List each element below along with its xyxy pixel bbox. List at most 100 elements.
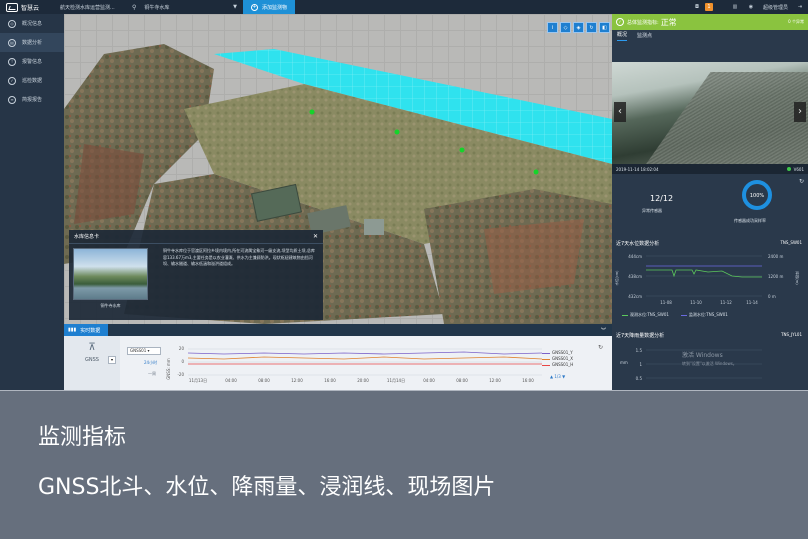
layers-icon[interactable]: ◈ [573,22,584,33]
caption-overlay: 监测指标 GNSS北斗、水位、降雨量、浸润线、现场图片 [0,390,808,539]
legend-item[interactable]: GNSS01_H [542,362,573,368]
location-selector[interactable]: ⚲ 铜牛寺水库 ▼ [128,4,243,11]
device-dropdown-toggle[interactable]: ▾ [108,356,116,364]
reservoir-info-card: 水库信息卡 ✕ 铜牛寺水库 铜牛寺水库位于官渡区阿拉乡境内境内,所在河流属宝象河… [69,230,323,320]
tab-realtime[interactable]: ▮▮▮ 实时数据 [64,324,109,336]
caption-subtitle: GNSS北斗、水位、降雨量、浸润线、现场图片 [38,475,496,500]
abnormal-count[interactable]: 0 个异常 [788,19,804,25]
gnss-station-value: GNSS01 [130,348,147,353]
prev-camera-button[interactable]: ‹ [614,102,626,122]
online-status-icon [786,167,791,171]
tab-realtime-label: 实时数据 [80,327,101,334]
right-panel: ✓ 总体监测指标: 正常 0 个异常 概况 监测点 ‹ › 2019-11-14… [612,14,808,390]
gnss-series-y [187,351,543,355]
water-y-label-right: 库容(m) [795,271,800,285]
gnss-x-tick: 16:00 [522,378,534,383]
plus-icon: + [251,3,258,11]
sidebar-item-overview[interactable]: ◎ 概况信息 [0,14,64,33]
gnss-x-tick: 11月13日 [189,378,207,383]
legend-swatch [542,364,550,366]
water-y-tick-right: 1200 m [768,274,783,279]
gnss-y-axis-label: GNSS: mm [166,358,171,380]
water-x-tick: 11-10 [690,300,702,305]
user-icon[interactable]: ◉ [743,4,759,10]
sidebar-item-report[interactable]: ≡ 简报报告 [0,90,64,109]
legend-item[interactable]: 监测水位:TNS_SW01 [680,312,728,318]
sidebar-item-label: 数据分析 [22,40,43,46]
gnss-y-tick: -20 [177,372,184,377]
range-24h[interactable]: 24小时 [144,360,157,366]
tab-monitor-points[interactable]: 监测点 [637,32,652,41]
sidebar-item-analysis[interactable]: ▤ 数据分析 [0,33,64,52]
book-icon[interactable]: ▥ [727,4,743,10]
water-x-tick: 11-12 [720,300,732,305]
overview-icon: ◎ [8,19,16,28]
right-panel-tabs: 概况 监测点 [612,30,808,41]
status-label: 总体监测指标: [627,19,659,26]
sampling-rate-value: 100% [750,193,765,199]
location-pin-icon: ⚲ [132,3,137,11]
cube-icon[interactable]: ◇ [560,22,571,33]
refresh-icon[interactable]: ↻ [799,178,804,185]
info-icon[interactable]: i [547,22,558,33]
notification-icon[interactable]: ◘ [689,4,705,10]
rain-station[interactable]: TNS_JYL01 [781,332,802,337]
gnss-x-tick: 04:00 [423,378,435,383]
legend-item[interactable]: 观测水位:TNS_SW01 [622,312,669,318]
sampling-rate-ring: 100% [742,180,772,210]
sensor-summary: ↻ 12/12 异常传感器 100% 传感器成功采样率 [612,176,808,246]
gnss-legend: GNSS01_Y GNSS01_X GNSS01_H [542,350,573,368]
logo[interactable]: 智慧云 [0,2,60,12]
refresh-icon[interactable]: ↻ [598,344,603,351]
gnss-x-tick: 20:00 [357,378,369,383]
sensor-count-label: 异常传感器 [642,208,662,213]
collapse-icon[interactable]: ︾ [601,327,606,334]
sidebar-item-alarm[interactable]: ! 报警信息 [0,52,64,71]
camera-footer: 2019-11-14 18:02:04 V601 [612,164,808,174]
caption-title: 监测指标 [38,425,127,450]
sidebar: ◎ 概况信息 ▤ 数据分析 ! 报警信息 ✓ 巡检数据 ≡ 简报报告 [0,14,64,390]
water-x-tick: 11-14 [746,300,758,305]
rain-y-tick: 1.5 [636,348,643,353]
legend-pager[interactable]: ▲ 1/3 ▼ [550,374,565,379]
water-y-tick: 432cm [628,294,642,299]
status-value: 正常 [660,17,677,27]
analysis-icon: ▤ [8,38,16,47]
dam-wall-image [633,72,808,164]
gnss-x-tick: 12:00 [291,378,303,383]
legend-swatch [542,352,550,354]
water-level-station[interactable]: TNS_SW01 [780,240,802,245]
chevron-down-icon: ▼ [233,4,237,10]
tab-overview[interactable]: 概况 [617,31,628,41]
sampling-rate-label: 传感器成功采样率 [734,218,766,223]
rain-y-tick: 1 [639,362,642,367]
water-level-chart: 水位(cm) 444cm 438cm 432cm 2400 m 1200 m 0… [614,254,800,305]
water-legend: 观测水位:TNS_SW01 监测水位:TNS_SW01 [622,312,728,318]
top-bar: 智慧云 航天检测水库运营监测... ⚲ 铜牛寺水库 ▼ + 添加监测物 ◘ 1 … [0,0,808,14]
legend-label: GNSS01_Y [552,350,573,355]
add-monitor-button[interactable]: + 添加监测物 [243,0,296,14]
close-icon[interactable]: ✕ [313,230,318,244]
user-name[interactable]: 超级管理员 [763,4,788,11]
app-root: { "topbar": { "logo_text": "智慧云", "org_n… [0,0,808,539]
gnss-y-tick: 20 [179,346,185,351]
legend-swatch [542,358,550,360]
legend-label: 观测水位:TNS_SW01 [630,312,669,317]
range-week[interactable]: 一周 [148,371,156,377]
overall-status-bar: ✓ 总体监测指标: 正常 0 个异常 [612,14,808,30]
camera-icon[interactable]: ◧ [599,22,610,33]
info-card-header: 水库信息卡 ✕ [69,230,323,244]
gnss-x-tick: 12:00 [489,378,501,383]
alert-count-badge[interactable]: 1 [704,3,713,11]
gnss-station-select[interactable]: GNSS01 ▾ [127,347,161,355]
alarm-icon: ! [8,57,16,66]
sidebar-item-inspection[interactable]: ✓ 巡检数据 [0,71,64,90]
rotate-icon[interactable]: ↻ [586,22,597,33]
gnss-x-ticks: 11月13日 04:00 08:00 12:00 16:00 20:00 11月… [189,378,534,383]
add-monitor-label: 添加监测物 [262,4,288,11]
windows-activation-watermark: 激活 Windows 转到"设置"以激活 Windows。 [682,352,737,368]
next-camera-button[interactable]: › [794,102,806,122]
top-right-tools: ◘ 1 ▥ ◉ 超级管理员 ⇥ [689,0,808,14]
legend-page-indicator: 1/3 [554,374,561,379]
logout-icon[interactable]: ⇥ [792,4,808,10]
